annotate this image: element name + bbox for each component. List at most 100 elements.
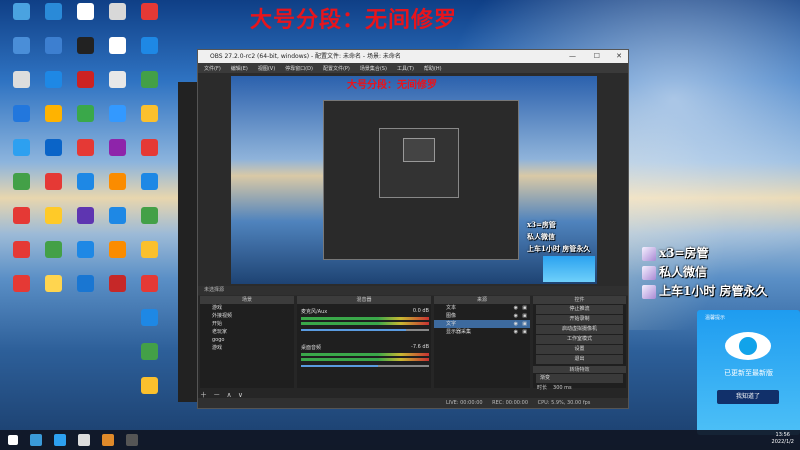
- menu-item[interactable]: 帮助(H): [424, 65, 442, 72]
- start-windows-icon[interactable]: [8, 435, 18, 445]
- menu-item[interactable]: 工具(T): [397, 65, 414, 72]
- visibility-eye-icon[interactable]: ◉: [514, 320, 518, 328]
- source-item[interactable]: 图像 ◉ ▣: [434, 312, 530, 320]
- desktop-icon[interactable]: [132, 104, 166, 138]
- scene-item[interactable]: 游戏: [200, 344, 294, 352]
- visibility-eye-icon[interactable]: ◉: [514, 328, 518, 336]
- volume-slider[interactable]: [301, 329, 429, 331]
- source-item[interactable]: 文字 ◉ ▣: [434, 320, 530, 328]
- desktop-icon[interactable]: [132, 274, 166, 308]
- desktop-icon[interactable]: [132, 2, 166, 36]
- desktop-icon[interactable]: [4, 36, 38, 70]
- source-item[interactable]: 显示器采集 ◉ ▣: [434, 328, 530, 336]
- desktop-icon[interactable]: [68, 274, 102, 308]
- desktop-icon[interactable]: [68, 70, 102, 104]
- control-button[interactable]: 停止推流: [536, 305, 623, 314]
- folder-icon[interactable]: [102, 434, 114, 446]
- desktop-icon[interactable]: [100, 138, 134, 172]
- maximize-icon[interactable]: ☐: [594, 50, 600, 63]
- desktop-icon[interactable]: [68, 138, 102, 172]
- menu-item[interactable]: 视图(V): [258, 65, 275, 72]
- transition-select[interactable]: 渐变: [536, 374, 623, 383]
- desktop-icon[interactable]: [4, 2, 38, 36]
- desktop-icon[interactable]: [132, 36, 166, 70]
- source-item[interactable]: 文本 ◉ ▣: [434, 304, 530, 312]
- control-button[interactable]: 工作室模式: [536, 335, 623, 344]
- menu-item[interactable]: 编辑(E): [231, 65, 248, 72]
- desktop-icon[interactable]: [68, 240, 102, 274]
- desktop-icon[interactable]: [132, 70, 166, 104]
- desktop-icon[interactable]: [4, 104, 38, 138]
- menu-item[interactable]: 停靠窗口(D): [285, 65, 313, 72]
- desktop-icon[interactable]: [36, 172, 70, 206]
- scene-item[interactable]: 游戏: [200, 304, 294, 312]
- desktop-icon[interactable]: [132, 138, 166, 172]
- scene-item[interactable]: 开始: [200, 320, 294, 328]
- desktop-icon[interactable]: [132, 206, 166, 240]
- desktop-icon[interactable]: [36, 70, 70, 104]
- desktop-icon[interactable]: [4, 240, 38, 274]
- desktop-icon[interactable]: [4, 138, 38, 172]
- desktop-icon[interactable]: [36, 36, 70, 70]
- scenes-list[interactable]: 游戏 外接视频 开始 老玩家 gogo 游戏: [200, 304, 294, 388]
- close-icon[interactable]: ✕: [616, 50, 622, 63]
- desktop-icon[interactable]: [36, 240, 70, 274]
- desktop-icon[interactable]: [132, 342, 166, 376]
- obs-icon[interactable]: [126, 434, 138, 446]
- control-button[interactable]: 设置: [536, 345, 623, 354]
- desktop-icon[interactable]: [68, 36, 102, 70]
- visibility-eye-icon[interactable]: ◉: [514, 312, 518, 320]
- desktop-icon[interactable]: [36, 206, 70, 240]
- desktop-icon[interactable]: [132, 172, 166, 206]
- lock-icon[interactable]: ▣: [522, 304, 527, 312]
- desktop-icon[interactable]: [100, 104, 134, 138]
- control-button[interactable]: 启动虚拟摄像机: [536, 325, 623, 334]
- desktop-icon[interactable]: [100, 172, 134, 206]
- scene-item[interactable]: 外接视频: [200, 312, 294, 320]
- menu-item[interactable]: 配置文件(P): [323, 65, 350, 72]
- game-icon[interactable]: [78, 434, 90, 446]
- scene-item[interactable]: gogo: [200, 336, 294, 344]
- sources-list[interactable]: 文本 ◉ ▣ 图像 ◉ ▣ 文字 ◉ ▣ 显示器采集 ◉ ▣: [434, 304, 530, 388]
- desktop-icon[interactable]: [36, 2, 70, 36]
- system-clock[interactable]: 13:56 2022/1/2: [772, 432, 794, 446]
- desktop-icon[interactable]: [132, 240, 166, 274]
- lock-icon[interactable]: ▣: [522, 328, 527, 336]
- control-button[interactable]: 开始录制: [536, 315, 623, 324]
- desktop-icon[interactable]: [132, 308, 166, 342]
- desktop-icon[interactable]: [132, 376, 166, 410]
- desktop-icon[interactable]: [36, 138, 70, 172]
- scene-item[interactable]: 老玩家: [200, 328, 294, 336]
- desktop-icon[interactable]: [100, 70, 134, 104]
- desktop-icon[interactable]: [4, 70, 38, 104]
- control-button[interactable]: 退出: [536, 355, 623, 364]
- minimize-icon[interactable]: —: [569, 50, 576, 63]
- desktop-icon[interactable]: [68, 206, 102, 240]
- menu-item[interactable]: 场景集合(S): [360, 65, 387, 72]
- desktop-icon[interactable]: [68, 172, 102, 206]
- duration-input[interactable]: 300 ms: [553, 385, 572, 391]
- desktop-icon[interactable]: [68, 2, 102, 36]
- app-icon: [76, 241, 94, 258]
- lock-icon[interactable]: ▣: [522, 312, 527, 320]
- desktop-icon[interactable]: [100, 274, 134, 308]
- desktop-icon[interactable]: [100, 2, 134, 36]
- desktop-icon[interactable]: [100, 206, 134, 240]
- desktop-icon[interactable]: [4, 172, 38, 206]
- edge-browser-icon[interactable]: [30, 434, 42, 446]
- obs-window[interactable]: OBS 27.2.0-rc2 (64-bit, windows) - 配置文件:…: [197, 49, 629, 409]
- desktop-icon[interactable]: [36, 274, 70, 308]
- lock-icon[interactable]: ▣: [522, 320, 527, 328]
- desktop-icon[interactable]: [4, 206, 38, 240]
- popup-ok-button[interactable]: 我知道了: [717, 390, 779, 404]
- volume-slider[interactable]: [301, 365, 429, 367]
- menu-item[interactable]: 文件(F): [204, 65, 221, 72]
- visibility-eye-icon[interactable]: ◉: [514, 304, 518, 312]
- desktop-icon[interactable]: [100, 36, 134, 70]
- chat-app-icon[interactable]: [54, 434, 66, 446]
- desktop-icon[interactable]: [100, 240, 134, 274]
- desktop-icon[interactable]: [68, 104, 102, 138]
- desktop-icon[interactable]: [4, 274, 38, 308]
- desktop-icon[interactable]: [36, 104, 70, 138]
- obs-preview-canvas[interactable]: 大号分段：无间修罗 x3=房管 私人微信 上车1小时 房管永久: [231, 76, 597, 284]
